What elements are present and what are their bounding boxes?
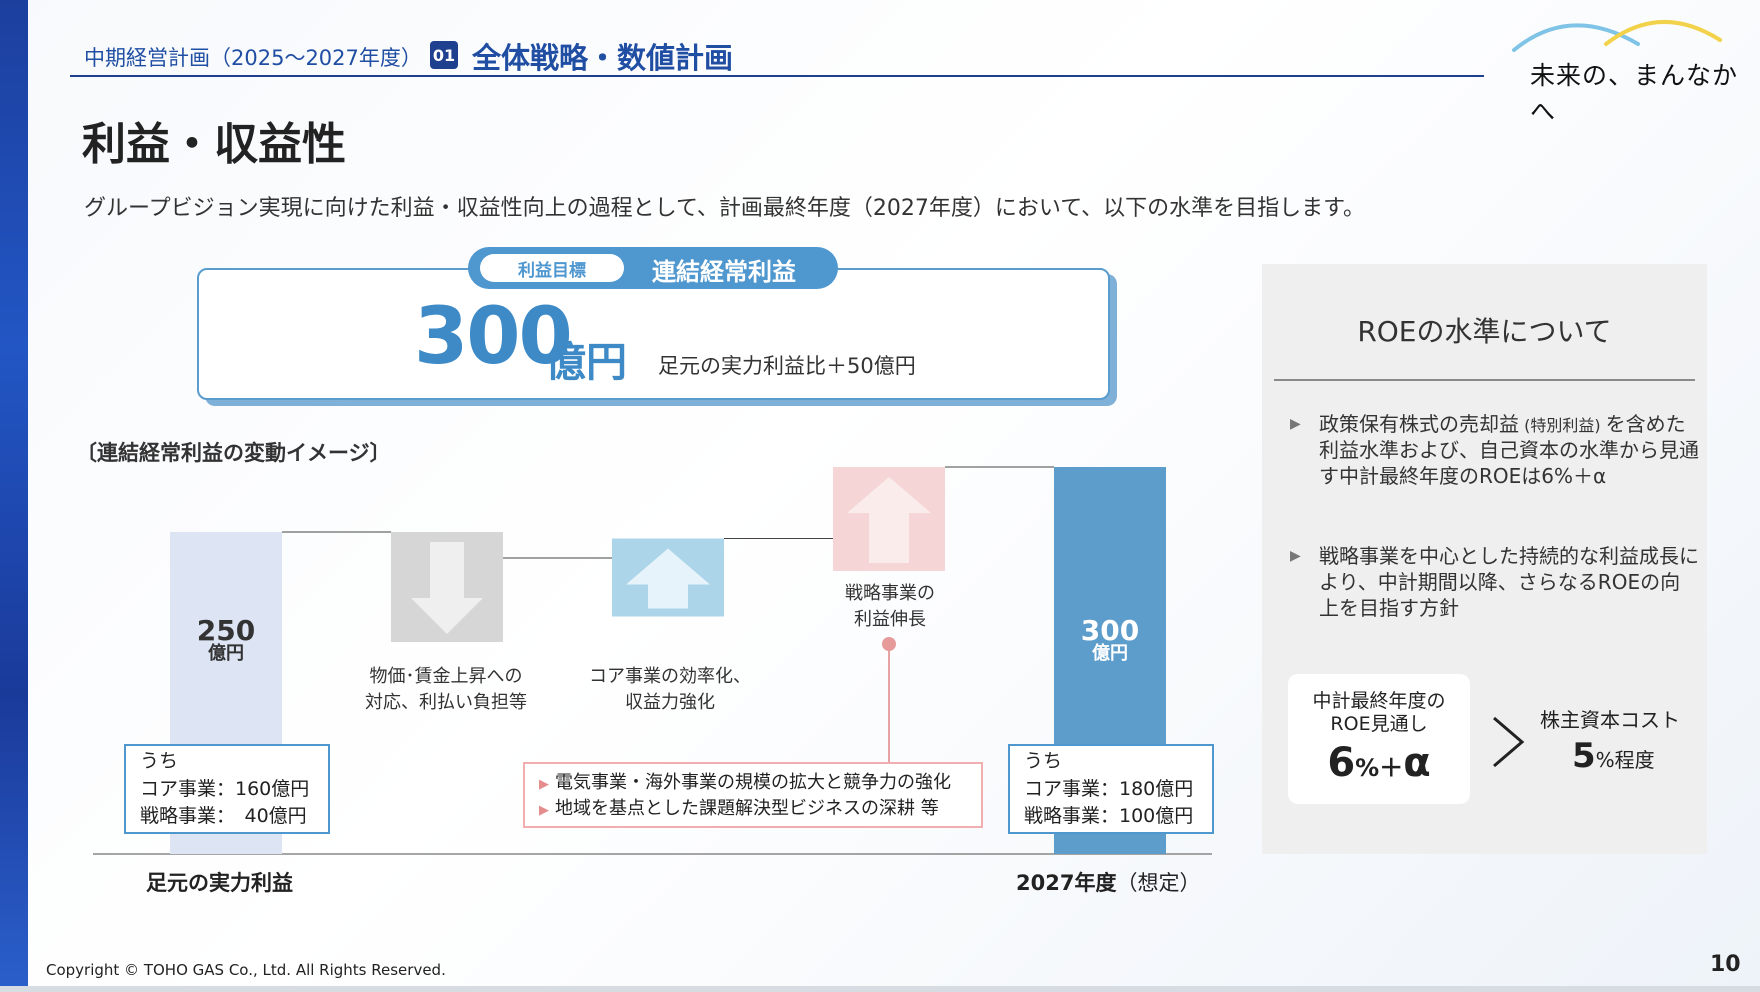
callout-dot [882,637,896,651]
strategic-point-text: 地域を基点とした課題解決型ビジネスの深耕 等 [555,798,939,820]
roe-forecast-card: 中計最終年度の ROE見通し 6%＋α [1288,674,1470,804]
roe-forecast-alpha: α [1403,740,1431,786]
roe-bullet-1: ▶ 政策保有株式の売却益 (特別利益) を含めた利益水準および、自己資本の水準か… [1290,411,1700,521]
step-label-strategic-line2: 利益伸長 [854,609,926,631]
step-label-core: コア事業の効率化、 収益力強化 [568,664,772,716]
step-label-core-line1: コア事業の効率化、 [589,666,751,687]
roe-forecast-caption-line2: ROE見通し [1330,712,1428,735]
end-breakdown-line1: うち [1024,750,1063,772]
equity-cost-num: 5 [1572,736,1596,776]
start-breakdown-line2: コア事業：160億円 [140,777,310,800]
roe-forecast-pct: % [1355,754,1380,782]
roe-forecast-value: 6%＋α [1288,740,1470,786]
roe-forecast-caption-line1: 中計最終年度の [1312,690,1446,712]
end-bar-value-label: 300 億円 [1054,616,1166,664]
copyright: Copyright © TOHO GAS Co., Ltd. All Right… [46,961,446,979]
start-axis-label: 足元の実力利益 [146,871,293,895]
strategic-points-box: ▶ 電気事業・海外事業の規模の拡大と競争力の強化 ▶ 地域を基点とした課題解決型ビジ… [523,762,983,828]
roe-bullet-1-text: 政策保有株式の売却益 (特別利益) を含めた利益水準および、自己資本の水準から見… [1319,411,1699,489]
roe-bullet-1-main: 政策保有株式の売却益 [1319,412,1519,436]
start-breakdown-line1: うち [140,750,179,772]
equity-cost-suffix: %程度 [1595,748,1655,772]
roe-rule [1274,379,1695,381]
end-axis-label-year: 2027年度 [1016,871,1117,895]
triangle-bullet-icon: ▶ [539,777,549,792]
step-label-strategic: 戦略事業の 利益伸長 [800,581,980,633]
step-label-cost-line2: 対応、利払い負担等 [365,692,527,714]
end-unit: 億円 [1092,643,1128,665]
step-label-core-line2: 収益力強化 [625,692,715,714]
roe-bullet-2: ▶ 戦略事業を中心とした持続的な利益成長により、中計期間以降、さらなるROEの向… [1290,543,1700,623]
end-breakdown-box: うち コア事業：180億円 戦略事業：100億円 [1008,744,1214,834]
strategic-point: ▶ 地域を基点とした課題解決型ビジネスの深耕 等 [539,796,967,822]
roe-forecast-plus: ＋ [1379,754,1404,782]
end-breakdown-line2: コア事業：180億円 [1024,777,1194,800]
strategic-point: ▶ 電気事業・海外事業の規模の拡大と競争力の強化 [539,770,967,796]
end-axis-label: 2027年度（想定） [1016,867,1200,897]
end-axis-label-note: （想定） [1116,871,1201,895]
start-bar-value-label: 250 億円 [170,616,282,664]
roe-forecast-caption: 中計最終年度の ROE見通し [1288,690,1470,736]
start-unit: 億円 [208,643,244,665]
roe-bullet-1-note: (特別利益) [1519,416,1606,435]
equity-cost-caption: 株主資本コスト [1540,708,1680,732]
step-label-cost-line1: 物価･賃金上昇への [369,666,523,687]
start-breakdown-box: うち コア事業：160億円 戦略事業： 40億円 [124,744,330,834]
page-number: 10 [1710,952,1741,977]
end-value: 300 [1080,614,1140,647]
start-breakdown-line3: 戦略事業： 40億円 [140,805,307,828]
triangle-bullet-icon: ▶ [1290,548,1301,564]
end-breakdown-line3: 戦略事業：100億円 [1024,805,1194,828]
step-label-cost: 物価･賃金上昇への 対応、利払い負担等 [346,664,546,716]
strategic-point-text: 電気事業・海外事業の規模の拡大と競争力の強化 [555,772,951,793]
roe-forecast-num: 6 [1327,740,1356,786]
triangle-bullet-icon: ▶ [1290,416,1301,432]
roe-bullet-2-text: 戦略事業を中心とした持続的な利益成長により、中計期間以降、さらなるROEの向上を… [1319,544,1699,620]
equity-cost-value: 5%程度 [1572,736,1655,776]
start-value: 250 [196,614,256,647]
greater-than-icon [1493,716,1525,768]
step-label-strategic-line1: 戦略事業の [845,583,935,604]
roe-title: ROEの水準について [1357,315,1612,348]
triangle-bullet-icon: ▶ [539,803,549,819]
